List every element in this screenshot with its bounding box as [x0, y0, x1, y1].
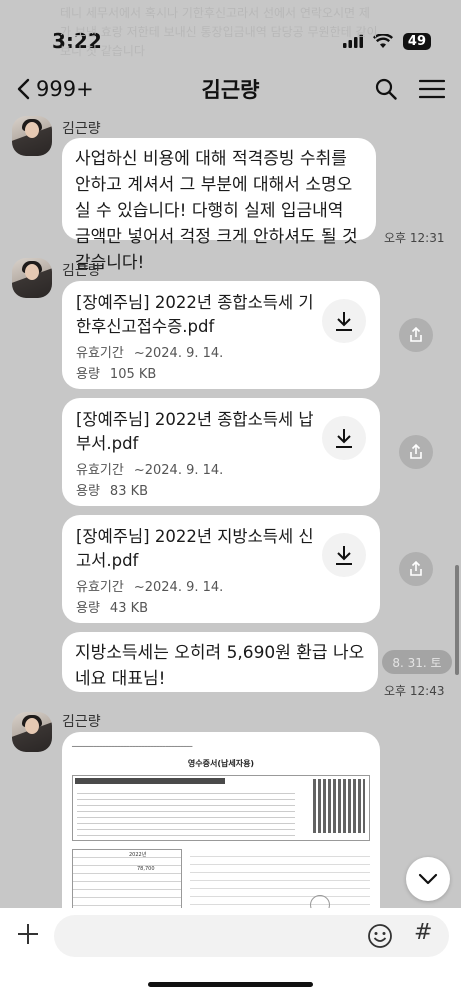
- signal-icon: [342, 34, 363, 48]
- status-icons: 49: [342, 32, 431, 50]
- receipt-details: 2022년 78,700: [72, 849, 370, 910]
- share-icon: [410, 327, 422, 342]
- download-icon: [336, 546, 352, 565]
- plus-icon[interactable]: [14, 920, 42, 948]
- size-label: 용량: [76, 484, 100, 499]
- date-chip: 8. 31. 토: [382, 650, 452, 674]
- file-name: [장예주님] 2022년 종합소득세 납부서.pdf: [76, 410, 314, 453]
- receipt-amount: 78,700: [137, 866, 155, 872]
- wifi-icon: [372, 33, 393, 48]
- emoji-icon[interactable]: [367, 923, 393, 949]
- download-button[interactable]: [322, 416, 366, 460]
- qr-code-icon: [313, 779, 365, 833]
- receipt-table: [72, 775, 370, 841]
- doc-header-line: ━━━━━━━━━━━━━━━━━━━━━━━━━━━━━━━━━━━━━━━━: [72, 744, 193, 750]
- share-button[interactable]: [399, 435, 433, 469]
- file-meta: 유효기간 ~2024. 9. 14. 용량 43 KB: [76, 577, 366, 619]
- size-label: 용량: [76, 601, 100, 616]
- unread-count: 999+: [36, 77, 94, 101]
- message-time: 오후 12:31: [384, 231, 445, 245]
- hashtag-icon[interactable]: #: [414, 920, 432, 945]
- sender-avatar[interactable]: [12, 116, 52, 156]
- expiry-date: ~2024. 9. 14.: [133, 463, 224, 478]
- header-actions: [375, 78, 445, 100]
- share-icon: [410, 444, 422, 459]
- size-label: 용량: [76, 367, 100, 382]
- receipt-image[interactable]: ━━━━━━━━━━━━━━━━━━━━━━━━━━━━━━━━━━━━━━━━…: [62, 732, 380, 910]
- download-button[interactable]: [322, 533, 366, 577]
- expiry-label: 유효기간: [76, 346, 124, 361]
- file-attachment[interactable]: [장예주님] 2022년 종합소득세 기한후신고접수증.pdf 유효기간 ~202…: [62, 281, 380, 389]
- share-button[interactable]: [399, 318, 433, 352]
- sender-avatar[interactable]: [12, 712, 52, 752]
- chevron-down-icon: [418, 873, 438, 885]
- chevron-left-icon: [17, 78, 30, 100]
- file-name: [장예주님] 2022년 지방소득세 신고서.pdf: [76, 527, 314, 570]
- expiry-date: ~2024. 9. 14.: [133, 346, 224, 361]
- battery-icon: 49: [402, 32, 431, 50]
- status-time: 3:22: [52, 29, 102, 53]
- file-size: 43 KB: [109, 601, 149, 616]
- file-attachment[interactable]: [장예주님] 2022년 종합소득세 납부서.pdf 유효기간 ~2024. 9.…: [62, 398, 380, 506]
- search-icon[interactable]: [375, 78, 397, 100]
- file-meta: 유효기간 ~2024. 9. 14. 용량 83 KB: [76, 460, 366, 502]
- sender-name: 김근량: [62, 263, 101, 279]
- download-icon: [336, 429, 352, 448]
- share-button[interactable]: [399, 552, 433, 586]
- home-indicator[interactable]: [148, 982, 313, 987]
- file-meta: 유효기간 ~2024. 9. 14. 용량 105 KB: [76, 343, 366, 385]
- expiry-label: 유효기간: [76, 463, 124, 478]
- file-size: 105 KB: [109, 367, 157, 382]
- chat-header: 999+ 김근량: [0, 62, 461, 116]
- download-icon: [336, 312, 352, 331]
- scrollbar[interactable]: [455, 565, 459, 675]
- file-attachment[interactable]: [장예주님] 2022년 지방소득세 신고서.pdf 유효기간 ~2024. 9.…: [62, 515, 380, 623]
- menu-icon[interactable]: [419, 79, 445, 99]
- receipt-title: 영수증서(납세자용): [187, 759, 255, 768]
- message-bubble[interactable]: 사업하신 비용에 대해 적격증빙 수취를 안하고 계셔서 그 부분에 대해서 소…: [62, 138, 376, 273]
- download-button[interactable]: [322, 299, 366, 343]
- sender-name: 김근량: [62, 121, 101, 137]
- scroll-down-button[interactable]: [406, 857, 450, 901]
- expiry-label: 유효기간: [76, 580, 124, 595]
- message-time: 오후 12:43: [384, 684, 445, 698]
- sender-avatar[interactable]: [12, 258, 52, 298]
- status-bar: 3:22 49: [0, 0, 461, 60]
- sender-name: 김근량: [62, 714, 101, 730]
- file-name: [장예주님] 2022년 종합소득세 기한후신고접수증.pdf: [76, 293, 314, 336]
- receipt-year: 2022년: [129, 852, 147, 858]
- file-size: 83 KB: [109, 484, 149, 499]
- share-icon: [410, 561, 422, 576]
- message-bubble[interactable]: 지방소득세는 오히려 5,690원 환급 나오네요 대표님!: [62, 632, 378, 692]
- expiry-date: ~2024. 9. 14.: [133, 580, 224, 595]
- back-button[interactable]: 999+: [16, 77, 94, 101]
